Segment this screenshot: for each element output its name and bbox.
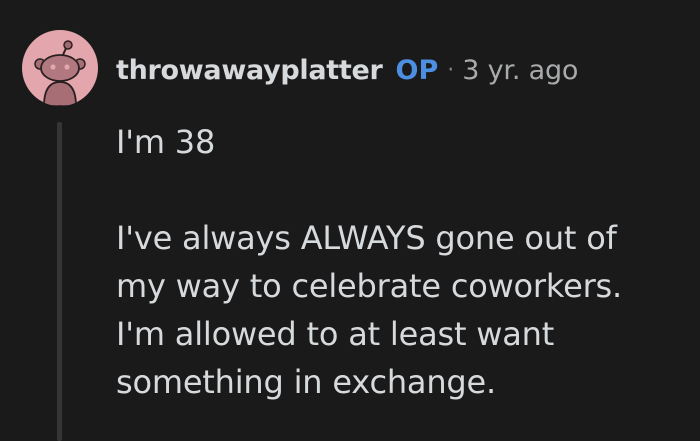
snoo-avatar-icon[interactable]	[22, 30, 98, 106]
comment-body: I'm 38 I've always ALWAYS gone out of my…	[116, 118, 686, 406]
comment-line: I'm allowed to at least want	[116, 315, 555, 353]
comment-paragraph: I'm 38	[116, 118, 686, 166]
comment-line: I've always ALWAYS gone out of	[116, 219, 617, 257]
comment-line: something in exchange.	[116, 363, 496, 401]
op-badge: OP	[395, 54, 439, 86]
comment-meta: throwawayplatter OP · 3 yr. ago	[116, 50, 578, 90]
comment-paragraph: I've always ALWAYS gone out of my way to…	[116, 214, 686, 406]
comment-line: I'm 38	[116, 123, 216, 161]
thread-collapse-line[interactable]	[57, 122, 62, 441]
comment: throwawayplatter OP · 3 yr. ago I'm 38 I…	[0, 0, 700, 441]
timestamp-link[interactable]: 3 yr. ago	[462, 55, 578, 86]
snoo-avatar-graphic	[34, 40, 86, 106]
separator-dot: ·	[447, 57, 455, 83]
username-link[interactable]: throwawayplatter	[116, 55, 383, 86]
comment-line: my way to celebrate coworkers.	[116, 267, 622, 305]
